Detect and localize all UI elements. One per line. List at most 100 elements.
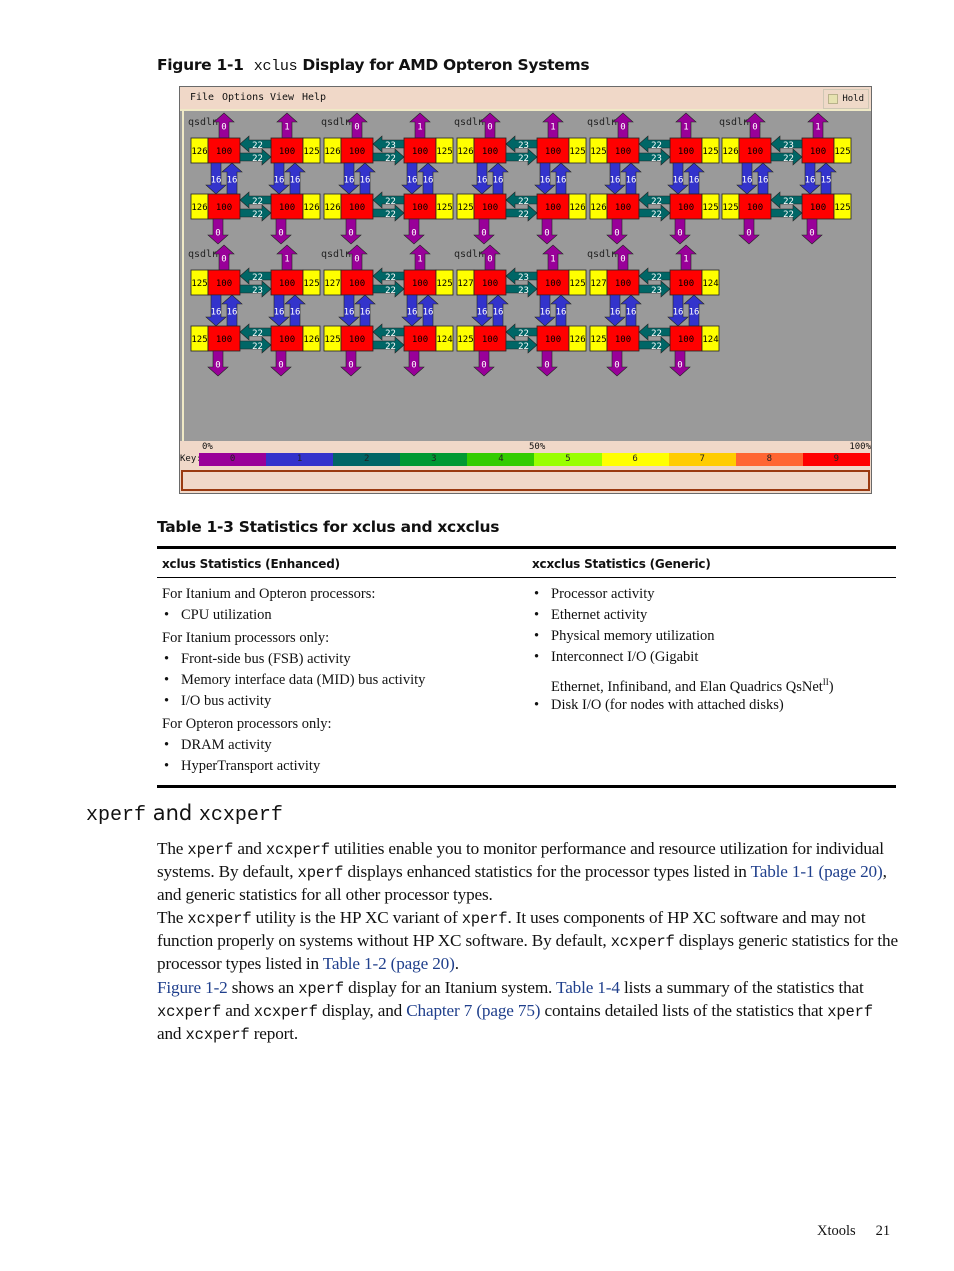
cluster-qsdln11-top-right-io-arrow-label: 1 bbox=[683, 123, 688, 133]
cluster-qsdln14-top-left-io-arrow-label: 0 bbox=[221, 255, 226, 265]
table-col-enhanced: For Itanium and Opteron processors: CPU u… bbox=[162, 584, 532, 777]
cluster-qsdln7-top-left-node-mem-value: 126 bbox=[191, 147, 207, 157]
cluster-qsdln10-bottom-right-node-mem-value: 126 bbox=[569, 203, 585, 213]
cluster-qsdln10-right-vlink-down-label: 16 bbox=[540, 176, 551, 186]
cluster-qsdln11-bottom-left-node-mem-value: 126 bbox=[590, 203, 606, 213]
cluster-qsdln9-bottom-left-io-arrow-label: 0 bbox=[348, 229, 353, 239]
table-bullet-item: HyperTransport activity bbox=[162, 756, 532, 777]
cluster-qsdln17-bottom-right-node-mem-value: 124 bbox=[702, 335, 718, 345]
cluster-qsdln7-top-right-io-arrow-label: 1 bbox=[284, 123, 289, 133]
cluster-qsdln14-left-vlink-up-label: 16 bbox=[227, 308, 238, 318]
menu-help[interactable]: Help bbox=[302, 92, 326, 103]
link-table-1-4[interactable]: Table 1-4 bbox=[556, 978, 620, 997]
menu-view[interactable]: View bbox=[270, 92, 294, 103]
cluster-qsdln7-right-vlink-down-label: 16 bbox=[274, 176, 285, 186]
figure-caption: Figure 1-1 xclus Display for AMD Opteron… bbox=[157, 56, 590, 75]
cluster-qsdln14-bottom-left-node-cpu-value: 100 bbox=[216, 335, 232, 345]
table-caption: Table 1-3 Statistics for xclus and xcxcl… bbox=[157, 518, 500, 536]
legend-pct-mid: 50% bbox=[529, 442, 546, 452]
legend-key-5: 5 bbox=[534, 453, 602, 466]
cluster-qsdln9-top-link-rl-label: 23 bbox=[385, 141, 396, 151]
cluster-qsdln17-bottom-left-io-arrow-label: 0 bbox=[614, 361, 619, 371]
cluster-qsdln16-bottom-left-node-mem-value: 125 bbox=[457, 335, 473, 345]
cluster-qsdln14-left-vlink-down-label: 16 bbox=[211, 308, 222, 318]
paragraph-2: The xcxperf utility is the HP XC variant… bbox=[157, 908, 898, 973]
table-bottom-rule bbox=[157, 785, 896, 788]
link-figure-1-2[interactable]: Figure 1-2 bbox=[157, 978, 228, 997]
cluster-qsdln10-bottom-left-io-arrow-label: 0 bbox=[481, 229, 486, 239]
legend-key-4: 4 bbox=[467, 453, 535, 466]
cluster-qsdln16-top-link-rl-label: 23 bbox=[518, 273, 529, 283]
cluster-qsdln15-bottom-right-io-arrow-label: 0 bbox=[411, 361, 416, 371]
cluster-qsdln12-bottom-right-io-arrow-label: 0 bbox=[809, 229, 814, 239]
cluster-qsdln14-bottom-right-node-mem-value: 126 bbox=[303, 335, 319, 345]
cluster-qsdln9-right-vlink-up-label: 16 bbox=[423, 176, 434, 186]
cluster-qsdln17-left-vlink-up-label: 16 bbox=[626, 308, 637, 318]
heading-cmd-xperf: xperf bbox=[86, 804, 147, 827]
cluster-qsdln14-bottom-left-node-mem-value: 125 bbox=[191, 335, 207, 345]
xclus-window: File Options View Help Hold qsdln7 0 1 126 1… bbox=[179, 86, 872, 494]
cluster-qsdln15-right-vlink-up-label: 16 bbox=[423, 308, 434, 318]
legend-key-3: 3 bbox=[400, 453, 468, 466]
cluster-qsdln11-left-vlink-down-label: 16 bbox=[610, 176, 621, 186]
cluster-qsdln7-bottom-left-node-cpu-value: 100 bbox=[216, 203, 232, 213]
link-chapter-7[interactable]: Chapter 7 (page 75) bbox=[406, 1001, 540, 1020]
cluster-qsdln12-top-left-node-cpu-value: 100 bbox=[747, 147, 763, 157]
cluster-qsdln9-bottom-right-io-arrow-label: 0 bbox=[411, 229, 416, 239]
link-table-1-1[interactable]: Table 1-1 (page 20) bbox=[751, 862, 883, 881]
hold-checkbox[interactable] bbox=[828, 94, 839, 104]
cluster-qsdln15-top-link-rl-label: 22 bbox=[385, 273, 396, 283]
cluster-qsdln16-top-right-node-cpu-value: 100 bbox=[545, 279, 561, 289]
cluster-qsdln10-bottom-left-node-mem-value: 125 bbox=[457, 203, 473, 213]
menu-options[interactable]: Options bbox=[222, 92, 264, 103]
table-col-generic: Processor activityEthernet activityPhysi… bbox=[532, 584, 896, 777]
cluster-qsdln15-top-right-io-arrow-label: 1 bbox=[417, 255, 422, 265]
cluster-qsdln9-top-right-node-cpu-value: 100 bbox=[412, 147, 428, 157]
cluster-qsdln12-top-left-node-mem-value: 126 bbox=[722, 147, 738, 157]
hold-toggle[interactable]: Hold bbox=[823, 89, 869, 109]
cluster-qsdln15-top-link-lr-label: 22 bbox=[385, 286, 396, 296]
cluster-qsdln16-bottom-right-io-arrow-label: 0 bbox=[544, 361, 549, 371]
page-footer: Xtools 21 bbox=[817, 1223, 890, 1240]
cluster-qsdln11-top-left-node-mem-value: 125 bbox=[590, 147, 606, 157]
legend-pct-min: 0% bbox=[202, 442, 213, 452]
cluster-qsdln10-top-left-io-arrow-label: 0 bbox=[487, 123, 492, 133]
cluster-qsdln15-bottom-right-node-mem-value: 124 bbox=[436, 335, 452, 345]
cluster-qsdln16-right-vlink-up-label: 16 bbox=[556, 308, 567, 318]
cluster-qsdln10-top-right-io-arrow-label: 1 bbox=[550, 123, 555, 133]
cluster-qsdln16-top-left-node-mem-value: 127 bbox=[457, 279, 473, 289]
cluster-qsdln10-bottom-link-rl-label: 22 bbox=[518, 197, 529, 207]
cluster-qsdln15-bottom-right-node-cpu-value: 100 bbox=[412, 335, 428, 345]
cluster-qsdln15-bottom-link-lr-label: 22 bbox=[385, 342, 396, 352]
cluster-qsdln7-left-vlink-down-label: 16 bbox=[211, 176, 222, 186]
cluster-qsdln15-right-vlink-down-label: 16 bbox=[407, 308, 418, 318]
cluster-qsdln10-top-left-node-mem-value: 126 bbox=[457, 147, 473, 157]
table-title: Statistics for xclus and xcxclus bbox=[238, 518, 500, 536]
cluster-qsdln10-bottom-left-node-cpu-value: 100 bbox=[482, 203, 498, 213]
cluster-qsdln16-top-left-node-cpu-value: 100 bbox=[482, 279, 498, 289]
link-table-1-2[interactable]: Table 1-2 (page 20) bbox=[323, 954, 455, 973]
cluster-qsdln7-bottom-left-node-mem-value: 126 bbox=[191, 203, 207, 213]
cluster-qsdln10-top-link-lr-label: 22 bbox=[518, 154, 529, 164]
figure-title: Display for AMD Opteron Systems bbox=[302, 56, 590, 74]
cluster-qsdln9-bottom-link-rl-label: 22 bbox=[385, 197, 396, 207]
menu-file[interactable]: File bbox=[190, 92, 214, 103]
cluster-qsdln10-left-vlink-up-label: 16 bbox=[493, 176, 504, 186]
cluster-qsdln11-right-vlink-down-label: 16 bbox=[673, 176, 684, 186]
cluster-qsdln10-top-link-rl-label: 23 bbox=[518, 141, 529, 151]
cluster-qsdln7-bottom-link-rl-label: 22 bbox=[252, 197, 263, 207]
cluster-canvas: qsdln7 0 1 126 100 100 125 22 22 16 16 16 16 126 100 10… bbox=[182, 111, 871, 441]
table-header-row: xclus Statistics (Enhanced) xcxclus Stat… bbox=[157, 549, 896, 577]
cluster-qsdln11-bottom-left-io-arrow-label: 0 bbox=[614, 229, 619, 239]
cluster-qsdln7-top-link-lr-label: 22 bbox=[252, 154, 263, 164]
paragraph-3: Figure 1-2 shows an xperf display for an… bbox=[157, 978, 873, 1044]
cluster-graphics: qsdln70 1126 100 100 125222216 16 16 16126 100 10… bbox=[188, 112, 852, 377]
cluster-qsdln14-right-vlink-down-label: 16 bbox=[274, 308, 285, 318]
cluster-qsdln17-bottom-right-node-cpu-value: 100 bbox=[678, 335, 694, 345]
statistics-table: xclus Statistics (Enhanced) xcxclus Stat… bbox=[157, 546, 896, 788]
cluster-qsdln7-bottom-link-lr-label: 22 bbox=[252, 210, 263, 220]
cluster-qsdln15-top-right-node-cpu-value: 100 bbox=[412, 279, 428, 289]
cluster-qsdln7-top-link-rl-label: 22 bbox=[252, 141, 263, 151]
cluster-qsdln17-top-right-io-arrow-label: 1 bbox=[683, 255, 688, 265]
cluster-qsdln12-bottom-left-node-cpu-value: 100 bbox=[747, 203, 763, 213]
